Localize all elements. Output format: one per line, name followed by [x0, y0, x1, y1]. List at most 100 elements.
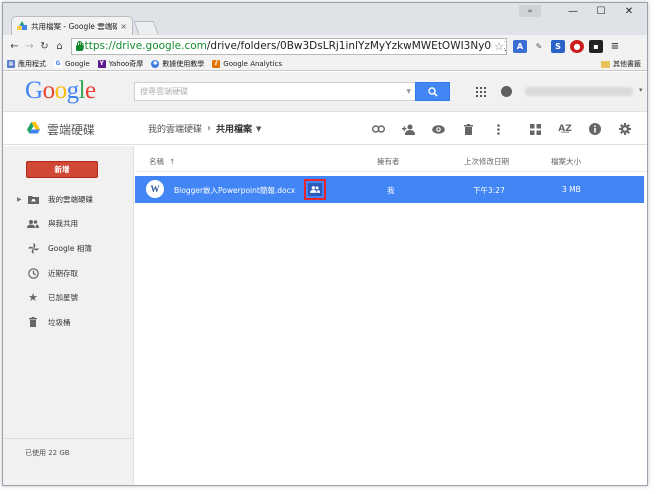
- folder-icon: [601, 60, 610, 68]
- logo-letter: o: [42, 77, 56, 104]
- storage-divider: [3, 438, 133, 439]
- folder-menu-icon[interactable]: ▼: [256, 125, 261, 133]
- bookmark-star-icon[interactable]: ☆: [492, 39, 504, 53]
- drive-toolbar: 雲端硬碟 我的雲端硬碟 › 共用檔案 ▼ A͟Z: [3, 113, 647, 145]
- browser-window: 共用檔案 - Google 雲端硬 × ∞ — ☐ ✕ ← → ↻ ⌂ http…: [2, 2, 648, 486]
- sidebar-item-my-drive[interactable]: ▶ 我的雲端硬碟: [3, 187, 133, 212]
- yahoo-y-icon: Y: [97, 59, 106, 68]
- home-icon[interactable]: ⌂: [52, 41, 67, 52]
- column-modified-header[interactable]: 上次修改日期: [464, 156, 509, 167]
- brush-extension-icon[interactable]: ✎: [532, 39, 546, 53]
- column-size-header[interactable]: 檔案大小: [551, 156, 581, 167]
- view-actions: A͟Z: [520, 122, 640, 136]
- title-bar: 共用檔案 - Google 雲端硬 × ∞ — ☐ ✕: [3, 3, 647, 35]
- account-info-blurred[interactable]: [525, 87, 633, 96]
- bookmark-item[interactable]: G Google: [54, 59, 90, 68]
- tab-title: 共用檔案 - Google 雲端硬: [31, 21, 118, 31]
- tab-close-icon[interactable]: ×: [120, 22, 127, 31]
- new-button[interactable]: 新增: [26, 161, 98, 178]
- google-apps-icon[interactable]: [476, 87, 486, 97]
- s-extension-icon[interactable]: S: [551, 39, 565, 53]
- expand-caret-icon[interactable]: ▶: [17, 196, 22, 203]
- bookmark-item[interactable]: Y Yahoo奇摩: [97, 59, 143, 69]
- drive-favicon-icon: [17, 21, 27, 31]
- file-owner: 我: [387, 186, 395, 195]
- google-logo[interactable]: Google: [25, 77, 96, 105]
- notifications-icon[interactable]: [501, 86, 512, 97]
- logo-letter: o: [54, 77, 68, 104]
- bookmark-item[interactable]: ⫽ Google Analytics: [212, 59, 282, 68]
- logo-letter: e: [85, 77, 96, 104]
- settings-gear-icon[interactable]: [610, 122, 640, 136]
- file-name[interactable]: Blogger嵌入Powerpoint簡報.docx: [174, 185, 295, 196]
- sidebar-item-shared-with-me[interactable]: 與我共用: [3, 212, 133, 237]
- drive-logo-icon: [27, 122, 40, 134]
- delete-trash-icon[interactable]: [453, 122, 483, 136]
- scrollbar[interactable]: [644, 172, 647, 485]
- shared-people-icon[interactable]: [308, 183, 322, 196]
- column-owner-header[interactable]: 擁有者: [377, 156, 400, 167]
- extension-icons: A ✎ S ● ▪ ≡: [513, 39, 627, 53]
- other-bookmarks[interactable]: 其他書籤: [601, 59, 641, 69]
- breadcrumb-root[interactable]: 我的雲端硬碟: [148, 122, 202, 135]
- bookmarks-bar: ▦ 應用程式 G Google Y Yahoo奇摩 ✱ 數據使用教學 ⫽ Goo…: [3, 57, 647, 71]
- browser-toolbar: ← → ↻ ⌂ https://drive.google.com/drive/f…: [3, 35, 647, 57]
- search-button[interactable]: [415, 82, 450, 101]
- sidebar-item-google-photos[interactable]: Google 相簿: [3, 236, 133, 261]
- search-icon: [427, 86, 438, 97]
- preview-eye-icon[interactable]: [423, 122, 453, 136]
- browser-tab[interactable]: 共用檔案 - Google 雲端硬 ×: [11, 16, 133, 35]
- share-person-icon[interactable]: [393, 122, 423, 136]
- address-bar[interactable]: https://drive.google.com/drive/folders/0…: [71, 37, 507, 55]
- forward-arrow-icon[interactable]: →: [22, 41, 37, 52]
- profile-switch-icon[interactable]: ∞: [519, 5, 541, 17]
- drive-title[interactable]: 雲端硬碟: [47, 121, 95, 138]
- translate-extension-icon[interactable]: A: [513, 39, 527, 53]
- details-info-icon[interactable]: [580, 122, 610, 136]
- bookmark-item[interactable]: ✱ 數據使用教學: [151, 59, 204, 69]
- reload-icon[interactable]: ↻: [37, 41, 52, 52]
- sidebar-item-recent[interactable]: 近期存取: [3, 261, 133, 286]
- sidebar-item-starred[interactable]: ★ 已加星號: [3, 285, 133, 310]
- column-name-header[interactable]: 名稱 ↑: [149, 156, 175, 167]
- word-doc-icon: W: [146, 180, 164, 198]
- logo-letter: g: [66, 77, 80, 104]
- file-actions: [363, 122, 513, 136]
- storage-usage[interactable]: 已使用 22 GB: [25, 448, 70, 458]
- new-tab-button[interactable]: [133, 21, 159, 34]
- table-row[interactable]: W Blogger嵌入Powerpoint簡報.docx 我 下午3:27 3 …: [135, 176, 644, 203]
- drive-folder-icon: [26, 195, 40, 204]
- search-options-icon[interactable]: ▼: [406, 88, 411, 95]
- clock-icon: [26, 267, 40, 279]
- url-text[interactable]: https://drive.google.com/drive/folders/0…: [78, 40, 506, 52]
- shared-highlight-box: [304, 179, 326, 200]
- photos-pinwheel-icon: [26, 242, 40, 254]
- more-actions-icon[interactable]: [483, 122, 513, 136]
- breadcrumb-current[interactable]: 共用檔案: [216, 122, 252, 135]
- grid-view-icon[interactable]: [520, 122, 550, 136]
- window-controls: ∞ — ☐ ✕: [519, 5, 643, 17]
- maximize-button[interactable]: ☐: [587, 6, 615, 17]
- logo-letter: G: [25, 77, 43, 104]
- drive-header: Google 搜尋雲端硬碟 ▼ ▾: [3, 72, 647, 112]
- get-link-icon[interactable]: [363, 122, 393, 136]
- file-list: 名稱 ↑ 擁有者 上次修改日期 檔案大小 W Blogger嵌入Powerpoi…: [135, 146, 647, 485]
- shared-people-icon: [26, 219, 40, 228]
- breadcrumb-separator: ›: [207, 123, 212, 134]
- adblock-extension-icon[interactable]: ●: [570, 39, 584, 53]
- search-input[interactable]: 搜尋雲端硬碟 ▼: [134, 82, 416, 101]
- bookmark-item[interactable]: ▦ 應用程式: [7, 59, 46, 69]
- file-modified: 下午3:27: [473, 186, 505, 195]
- apps-grid-icon: ▦: [7, 59, 15, 68]
- back-arrow-icon[interactable]: ←: [7, 41, 22, 52]
- menu-icon[interactable]: ≡: [608, 39, 622, 53]
- sort-az-icon[interactable]: A͟Z: [550, 122, 580, 136]
- capture-extension-icon[interactable]: ▪: [589, 39, 603, 53]
- account-dropdown-icon[interactable]: ▾: [639, 86, 643, 94]
- file-size: 3 MB: [562, 185, 581, 194]
- search-placeholder: 搜尋雲端硬碟: [140, 87, 188, 96]
- sidebar-item-trash[interactable]: 垃圾桶: [3, 310, 133, 335]
- minimize-button[interactable]: —: [559, 6, 587, 17]
- close-window-button[interactable]: ✕: [615, 6, 643, 17]
- google-g-icon: G: [54, 59, 62, 68]
